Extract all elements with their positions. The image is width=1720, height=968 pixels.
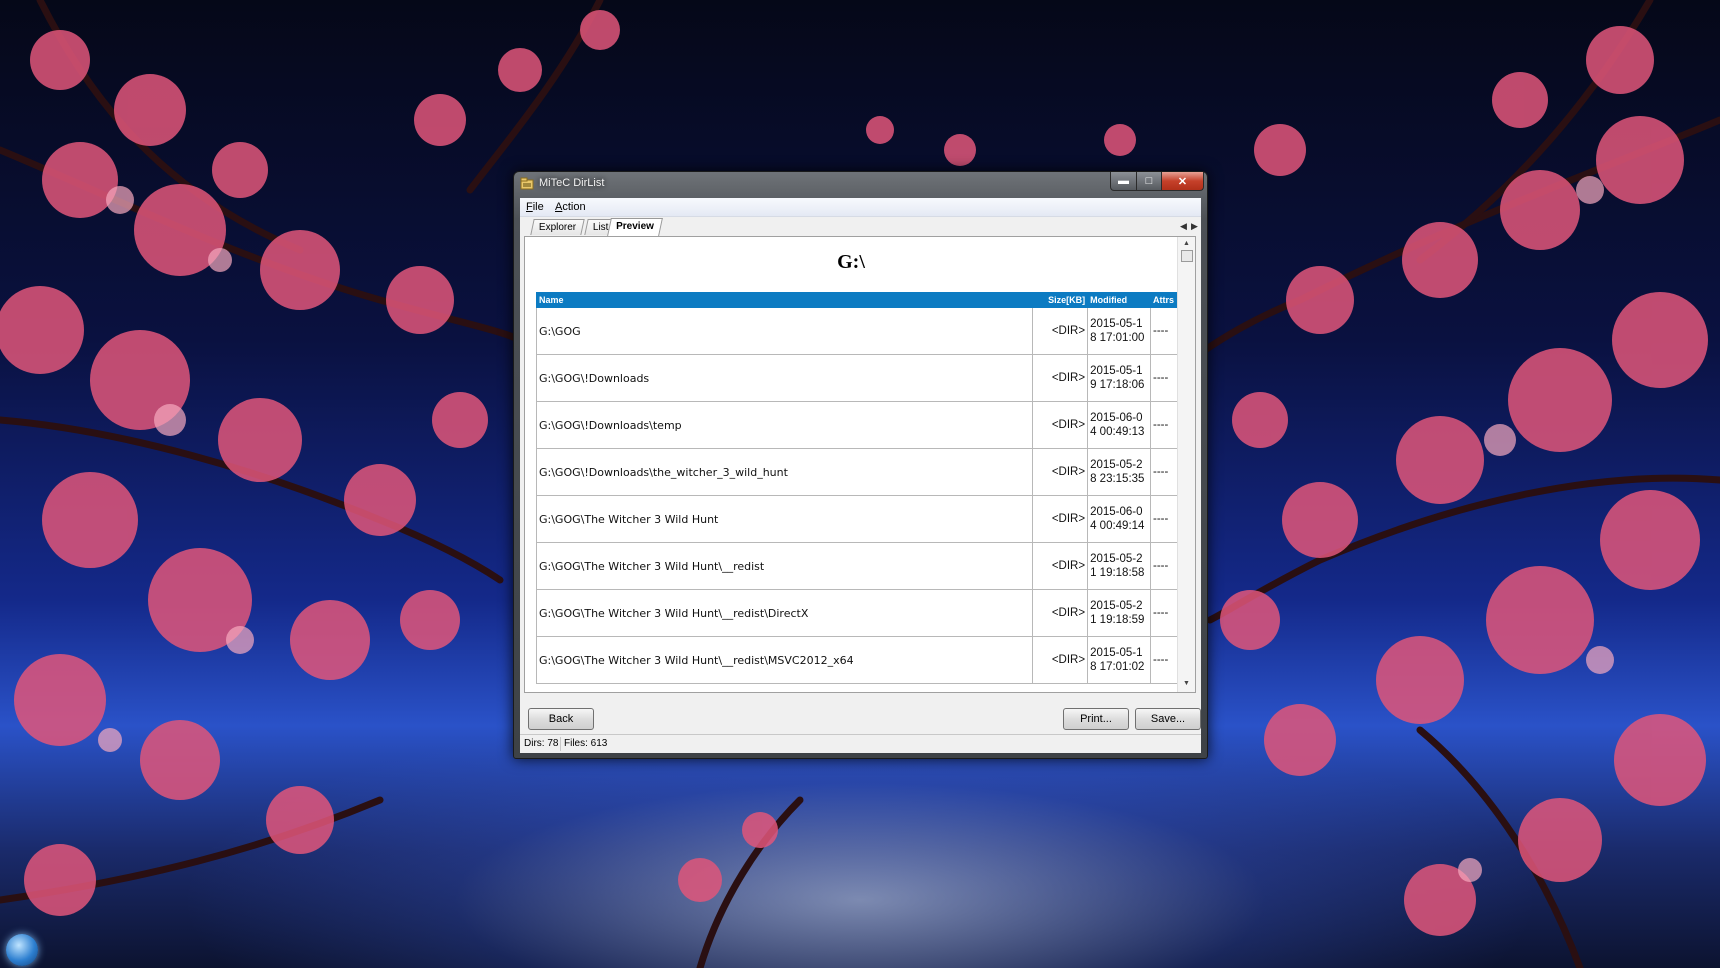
cell-name: G:\GOG xyxy=(535,307,1034,355)
cell-name: G:\GOG\The Witcher 3 Wild Hunt\__redist xyxy=(535,542,1034,590)
menu-file-hotkey: F xyxy=(526,201,533,213)
cell-name: G:\GOG\!Downloads\temp xyxy=(535,401,1034,449)
column-header-modified: Modified xyxy=(1087,292,1151,308)
cell-name: G:\GOG\The Witcher 3 Wild Hunt xyxy=(535,495,1034,543)
tab-explorer[interactable]: Explorer xyxy=(530,219,585,235)
table-row: G:\GOG\The Witcher 3 Wild Hunt\__redist … xyxy=(535,542,1178,590)
cell-modified: 2015-05-21 19:18:59 xyxy=(1087,589,1151,637)
cell-modified: 2015-05-18 17:01:00 xyxy=(1087,307,1151,355)
window-client-area: File Action Explorer List Preview ◀ ▶ G:… xyxy=(520,198,1201,753)
maximize-button[interactable]: □ xyxy=(1136,172,1162,191)
table-header-row: Name Size[KB] Modified Attrs xyxy=(535,292,1178,308)
cell-attrs: ---- xyxy=(1150,307,1178,355)
cell-size: <DIR> xyxy=(1032,307,1089,355)
cell-size: <DIR> xyxy=(1032,542,1089,590)
cell-attrs: ---- xyxy=(1150,354,1178,402)
tab-explorer-label: Explorer xyxy=(538,222,577,233)
tab-preview[interactable]: Preview xyxy=(607,218,663,236)
cell-attrs: ---- xyxy=(1150,589,1178,637)
cell-modified: 2015-05-19 17:18:06 xyxy=(1087,354,1151,402)
scrollbar-thumb[interactable] xyxy=(1181,250,1193,262)
status-dirs: Dirs: 78 xyxy=(524,738,559,749)
cell-modified: 2015-06-04 00:49:13 xyxy=(1087,401,1151,449)
column-header-size: Size[KB] xyxy=(1032,292,1089,308)
column-header-name: Name xyxy=(535,292,1034,308)
status-bar: Dirs: 78 Files: 613 xyxy=(520,734,1201,753)
save-button[interactable]: Save... xyxy=(1135,708,1201,730)
menu-bar: File Action xyxy=(520,198,1201,217)
cell-name: G:\GOG\The Witcher 3 Wild Hunt\__redist\… xyxy=(535,636,1034,684)
minimize-icon: ▬ xyxy=(1118,175,1129,187)
chevron-right-icon[interactable]: ▶ xyxy=(1191,221,1198,232)
column-header-attrs: Attrs xyxy=(1150,292,1178,308)
menu-file[interactable]: File xyxy=(526,201,544,213)
cell-attrs: ---- xyxy=(1150,636,1178,684)
cell-size: <DIR> xyxy=(1032,448,1089,496)
menu-action[interactable]: Action xyxy=(555,201,586,213)
maximize-icon: □ xyxy=(1145,175,1153,187)
dirlist-window: MiTeC DirList ▬ □ ✕ File Action Explorer… xyxy=(513,171,1208,759)
table-row: G:\GOG <DIR> 2015-05-18 17:01:00 ---- xyxy=(535,307,1178,355)
cell-attrs: ---- xyxy=(1150,495,1178,543)
cell-modified: 2015-05-18 17:01:02 xyxy=(1087,636,1151,684)
cell-name: G:\GOG\The Witcher 3 Wild Hunt\__redist\… xyxy=(535,589,1034,637)
table-row: G:\GOG\!Downloads\temp <DIR> 2015-06-04 … xyxy=(535,401,1178,449)
tab-preview-label: Preview xyxy=(616,221,654,232)
close-button[interactable]: ✕ xyxy=(1161,172,1204,191)
cell-attrs: ---- xyxy=(1150,401,1178,449)
preview-heading: G:\ xyxy=(837,251,865,273)
table-row: G:\GOG\The Witcher 3 Wild Hunt <DIR> 201… xyxy=(535,495,1178,543)
close-icon: ✕ xyxy=(1177,175,1188,188)
scroll-up-icon[interactable]: ▲ xyxy=(1183,240,1190,247)
status-separator xyxy=(560,737,561,751)
status-files: Files: 613 xyxy=(564,738,608,749)
minimize-button[interactable]: ▬ xyxy=(1110,172,1137,191)
cell-name: G:\GOG\!Downloads\the_witcher_3_wild_hun… xyxy=(535,448,1034,496)
cell-attrs: ---- xyxy=(1150,542,1178,590)
tab-list-label: List xyxy=(592,222,609,233)
window-title: MiTeC DirList xyxy=(539,177,605,189)
tab-strip: Explorer List Preview ◀ ▶ xyxy=(520,218,1201,236)
table-row: G:\GOG\The Witcher 3 Wild Hunt\__redist\… xyxy=(535,636,1178,684)
cell-size: <DIR> xyxy=(1032,589,1089,637)
cell-size: <DIR> xyxy=(1032,636,1089,684)
table-row: G:\GOG\!Downloads\the_witcher_3_wild_hun… xyxy=(535,448,1178,496)
cell-size: <DIR> xyxy=(1032,354,1089,402)
print-button[interactable]: Print... xyxy=(1063,708,1129,730)
back-button[interactable]: Back xyxy=(528,708,594,730)
menu-file-label: ile xyxy=(532,201,544,213)
cell-name: G:\GOG\!Downloads xyxy=(535,354,1034,402)
table-row: G:\GOG\The Witcher 3 Wild Hunt\__redist\… xyxy=(535,589,1178,637)
vertical-scrollbar[interactable]: ▲ ▼ xyxy=(1177,237,1195,692)
directory-table: Name Size[KB] Modified Attrs G:\GOG <DIR… xyxy=(535,292,1178,684)
menu-action-label: ction xyxy=(562,201,586,213)
button-bar: Back Print... Save... xyxy=(520,694,1201,732)
app-icon xyxy=(520,177,534,190)
cell-modified: 2015-05-28 23:15:35 xyxy=(1087,448,1151,496)
chevron-left-icon[interactable]: ◀ xyxy=(1180,221,1187,232)
cell-modified: 2015-05-21 19:18:58 xyxy=(1087,542,1151,590)
scroll-down-icon[interactable]: ▼ xyxy=(1183,680,1190,687)
title-bar[interactable]: MiTeC DirList ▬ □ ✕ xyxy=(514,172,1207,196)
preview-pane: G:\ Name Size[KB] Modified Attrs G:\GOG … xyxy=(524,236,1196,693)
cell-attrs: ---- xyxy=(1150,448,1178,496)
start-button-icon[interactable] xyxy=(6,934,38,966)
cell-size: <DIR> xyxy=(1032,401,1089,449)
table-row: G:\GOG\!Downloads <DIR> 2015-05-19 17:18… xyxy=(535,354,1178,402)
cell-size: <DIR> xyxy=(1032,495,1089,543)
cell-modified: 2015-06-04 00:49:14 xyxy=(1087,495,1151,543)
